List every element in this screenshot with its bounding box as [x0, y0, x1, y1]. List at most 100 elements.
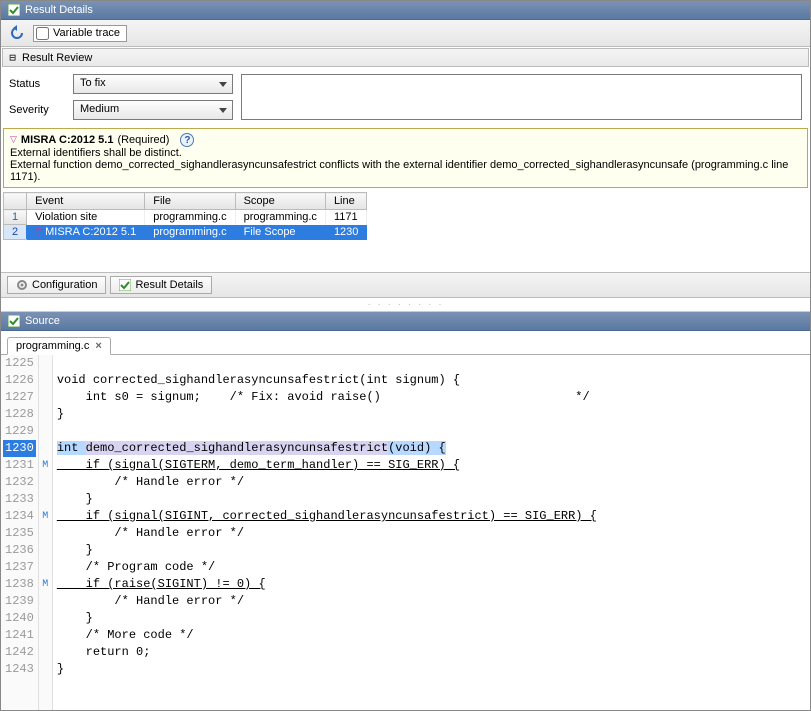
code-line[interactable] [53, 355, 810, 372]
line-marker [39, 491, 52, 508]
file-tab-label: programming.c [16, 340, 89, 352]
line-marker [39, 542, 52, 559]
line-number: 1238 [3, 576, 36, 593]
violation-summary: External identifiers shall be distinct. [10, 147, 801, 159]
violation-rule: MISRA C:2012 5.1 [21, 134, 114, 146]
line-number: 1241 [3, 627, 36, 644]
line-number: 1243 [3, 661, 36, 678]
line-marker [39, 440, 52, 457]
line-number: 1235 [3, 525, 36, 542]
line-number: 1233 [3, 491, 36, 508]
line-number: 1227 [3, 389, 36, 406]
events-col-header[interactable]: File [145, 193, 235, 210]
splitter-handle[interactable]: · · · · · · · · [1, 298, 810, 312]
check-icon [7, 3, 21, 17]
code-line[interactable]: return 0; [53, 644, 810, 661]
code-area[interactable]: 1225122612271228122912301231123212331234… [1, 355, 810, 710]
close-icon[interactable]: × [95, 340, 101, 352]
violation-panel: ▽ MISRA C:2012 5.1 (Required) ? External… [3, 128, 808, 188]
events-col-header[interactable]: Line [325, 193, 366, 210]
line-marker [39, 559, 52, 576]
line-number: 1242 [3, 644, 36, 661]
line-number: 1231 [3, 457, 36, 474]
file-tab[interactable]: programming.c × [7, 337, 111, 355]
line-number: 1240 [3, 610, 36, 627]
tab-result-details[interactable]: Result Details [110, 276, 212, 294]
line-number: 1237 [3, 559, 36, 576]
line-marker [39, 627, 52, 644]
line-number: 1229 [3, 423, 36, 440]
marker-icon: ▽ [10, 134, 17, 145]
line-number: 1234 [3, 508, 36, 525]
events-table: EventFileScopeLine 1Violation siteprogra… [3, 192, 808, 240]
line-marker [39, 474, 52, 491]
variable-trace-checkbox[interactable]: Variable trace [33, 25, 127, 42]
line-number: 1228 [3, 406, 36, 423]
result-review-title: Result Review [22, 52, 92, 64]
comment-textarea[interactable] [241, 74, 802, 120]
line-number: 1225 [3, 355, 36, 372]
code-line[interactable]: if (raise(SIGINT) != 0) { [53, 576, 810, 593]
refresh-button[interactable] [7, 23, 27, 43]
code-line[interactable]: if (signal(SIGINT, corrected_sighandlera… [53, 508, 810, 525]
collapse-icon[interactable]: ⊟ [7, 51, 18, 64]
events-col-header[interactable] [4, 193, 27, 210]
code-line[interactable]: /* Handle error */ [53, 474, 810, 491]
code-line[interactable]: /* More code */ [53, 627, 810, 644]
result-toolbar: Variable trace [1, 20, 810, 47]
code-line[interactable]: /* Program code */ [53, 559, 810, 576]
line-number: 1226 [3, 372, 36, 389]
result-review-section-header[interactable]: ⊟ Result Review [2, 48, 809, 67]
code-line[interactable] [53, 423, 810, 440]
line-number: 1239 [3, 593, 36, 610]
variable-trace-input[interactable] [36, 27, 49, 40]
code-line[interactable]: void corrected_sighandlerasyncunsafestri… [53, 372, 810, 389]
table-row[interactable]: 1Violation siteprogramming.cprogramming.… [4, 210, 367, 225]
code-line[interactable]: /* Handle error */ [53, 525, 810, 542]
line-marker: M [39, 576, 52, 593]
source-title: Source [25, 315, 60, 327]
tab-config-label: Configuration [32, 279, 97, 291]
variable-trace-label: Variable trace [53, 27, 120, 39]
code-line[interactable]: } [53, 661, 810, 678]
events-col-header[interactable]: Event [27, 193, 145, 210]
code-line[interactable]: int demo_corrected_sighandlerasyncunsafe… [53, 440, 810, 457]
violation-detail: External function demo_corrected_sighand… [10, 159, 801, 183]
line-marker [39, 644, 52, 661]
events-col-header[interactable]: Scope [235, 193, 325, 210]
line-marker: M [39, 457, 52, 474]
window-title: Result Details [25, 4, 93, 16]
line-marker [39, 423, 52, 440]
status-label: Status [9, 78, 65, 90]
line-marker: M [39, 508, 52, 525]
tab-configuration[interactable]: Configuration [7, 276, 106, 294]
code-line[interactable]: } [53, 406, 810, 423]
line-marker [39, 610, 52, 627]
line-number: 1232 [3, 474, 36, 491]
severity-combo[interactable]: Medium [73, 100, 233, 120]
line-marker [39, 525, 52, 542]
code-line[interactable]: } [53, 491, 810, 508]
line-marker [39, 593, 52, 610]
line-marker [39, 389, 52, 406]
line-marker [39, 661, 52, 678]
table-row[interactable]: 2▽ MISRA C:2012 5.1programming.cFile Sco… [4, 225, 367, 240]
result-review-body: Status To fix Severity Medium [1, 68, 810, 126]
code-line[interactable]: int s0 = signum; /* Fix: avoid raise() *… [53, 389, 810, 406]
line-marker [39, 355, 52, 372]
help-icon[interactable]: ? [180, 133, 194, 147]
code-line[interactable]: if (signal(SIGTERM, demo_term_handler) =… [53, 457, 810, 474]
tab-details-label: Result Details [135, 279, 203, 291]
line-marker [39, 372, 52, 389]
check-icon [7, 314, 21, 328]
status-combo[interactable]: To fix [73, 74, 233, 94]
result-details-header: Result Details [1, 1, 810, 20]
lower-tabs: Configuration Result Details [1, 272, 810, 298]
source-header: Source [1, 312, 810, 331]
code-line[interactable]: } [53, 542, 810, 559]
violation-required: (Required) [117, 134, 169, 146]
code-line[interactable]: /* Handle error */ [53, 593, 810, 610]
line-number: 1230 [3, 440, 36, 457]
file-tab-row: programming.c × [1, 331, 810, 355]
code-line[interactable]: } [53, 610, 810, 627]
